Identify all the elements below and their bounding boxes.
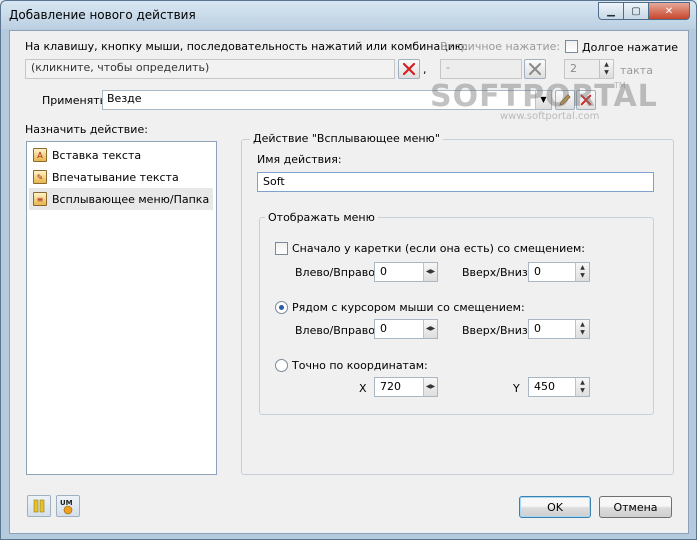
up-arrow-icon: ▲: [580, 264, 585, 271]
caret-ud-spinner[interactable]: 0 ▲ ▼: [528, 262, 590, 282]
clear-secondary-button[interactable]: [524, 59, 546, 79]
secondary-press-field[interactable]: -: [440, 59, 522, 79]
title-bar[interactable]: Добавление нового действия ▁ ▢ ✕: [1, 1, 696, 29]
cursor-lr-label: Влево/Вправо: [295, 324, 375, 337]
um-icon: UM: [60, 499, 73, 515]
cursor-ud-label: Вверх/Вниз: [462, 324, 528, 337]
coord-y-value: 450: [534, 380, 555, 393]
cursor-ud-value: 0: [534, 322, 541, 335]
apply-label: Применять: [42, 94, 107, 107]
assign-action-label: Назначить действие:: [25, 123, 148, 136]
cursor-lr-value: 0: [380, 322, 387, 335]
ok-button[interactable]: OK: [519, 496, 591, 518]
trigger-label: На клавишу, кнопку мыши, последовательно…: [25, 40, 468, 53]
apply-scope-value: Везде: [107, 92, 142, 105]
coord-x-label: X: [359, 382, 367, 395]
softportal-watermark-url: www.softportal.com: [500, 111, 600, 122]
down-arrow-icon: ▼: [580, 387, 585, 394]
pause-icon: [33, 499, 45, 513]
secondary-press-label: Вторичное нажатие:: [440, 40, 561, 53]
right-arrow-icon: ▶: [430, 268, 436, 275]
comma-separator: ,: [423, 63, 427, 76]
right-arrow-icon: ▶: [430, 325, 436, 332]
up-arrow-icon: ▲: [580, 321, 585, 328]
down-arrow-icon: ▼: [580, 272, 585, 279]
red-x-icon: [402, 62, 416, 76]
clear-trigger-button[interactable]: [398, 59, 420, 79]
cancel-button[interactable]: Отмена: [599, 496, 672, 518]
coord-x-value: 720: [380, 380, 401, 393]
ticks-spinner[interactable]: 2 ▲ ▼: [564, 59, 614, 79]
long-press-label: Долгое нажатие: [582, 41, 679, 54]
list-item-label: Всплывающее меню/Папка: [52, 192, 210, 206]
caret-ud-label: Вверх/Вниз: [462, 266, 528, 279]
caret-ud-spin-buttons[interactable]: ▲ ▼: [575, 263, 589, 281]
coord-x-spinner[interactable]: 720 ◀ ▶: [374, 377, 438, 397]
caret-lr-value: 0: [380, 265, 387, 278]
list-item-type-text[interactable]: ✎ Впечатывание текста: [29, 166, 213, 188]
action-name-input[interactable]: Soft: [257, 172, 654, 192]
up-arrow-icon: ▲: [604, 61, 609, 68]
caret-lr-spinner[interactable]: 0 ◀ ▶: [374, 262, 438, 282]
ticks-value: 2: [570, 62, 577, 75]
down-arrow-icon: ▼: [604, 69, 609, 76]
maximize-icon: ▢: [631, 5, 641, 17]
caret-offset-label: Сначало у каретки (если она есть) со сме…: [292, 242, 586, 255]
caret-lr-spin-buttons[interactable]: ◀ ▶: [423, 263, 437, 281]
caret-lr-label: Влево/Вправо: [295, 266, 375, 279]
close-icon: ✕: [664, 5, 674, 17]
down-arrow-icon: ▼: [580, 329, 585, 336]
coord-y-label: Y: [513, 382, 520, 395]
caret-offset-checkbox[interactable]: [275, 242, 288, 255]
cursor-lr-spin-buttons[interactable]: ◀ ▶: [423, 320, 437, 338]
display-menu-title: Отображать меню: [265, 211, 378, 224]
cursor-ud-spinner[interactable]: 0 ▲ ▼: [528, 319, 590, 339]
um-button[interactable]: UM: [56, 495, 80, 517]
type-text-icon: ✎: [33, 170, 47, 184]
action-settings-title: Действие "Всплывающее меню": [250, 132, 443, 145]
cursor-offset-radio[interactable]: [275, 301, 288, 314]
exact-coords-label: Точно по координатам:: [292, 359, 428, 372]
window-title: Добавление нового действия: [9, 8, 196, 22]
list-item-label: Вставка текста: [52, 148, 142, 162]
trigger-capture-field[interactable]: (кликните, чтобы определить): [25, 59, 395, 79]
minimize-icon: ▁: [607, 5, 615, 17]
gray-x-icon: [529, 63, 541, 75]
action-name-label: Имя действия:: [257, 153, 342, 166]
action-type-list[interactable]: A Вставка текста ✎ Впечатывание текста ≡…: [26, 141, 217, 475]
pause-button[interactable]: [27, 495, 51, 517]
caret-ud-value: 0: [534, 265, 541, 278]
ticks-spin-buttons[interactable]: ▲ ▼: [599, 60, 613, 78]
maximize-button[interactable]: ▢: [623, 2, 649, 20]
paste-text-icon: A: [33, 148, 47, 162]
minimize-button[interactable]: ▁: [598, 2, 624, 20]
up-arrow-icon: ▲: [580, 379, 585, 386]
list-item-popup-menu[interactable]: ≡ Всплывающее меню/Папка: [29, 188, 213, 210]
ticks-unit-label: такта: [620, 64, 653, 77]
svg-text:UM: UM: [60, 499, 73, 507]
list-item-paste-text[interactable]: A Вставка текста: [29, 144, 213, 166]
close-button[interactable]: ✕: [648, 2, 690, 20]
coord-y-spinner[interactable]: 450 ▲ ▼: [528, 377, 590, 397]
cursor-offset-label: Рядом с курсором мыши со смещением:: [292, 301, 525, 314]
coord-x-spin-buttons[interactable]: ◀ ▶: [423, 378, 437, 396]
cursor-ud-spin-buttons[interactable]: ▲ ▼: [575, 320, 589, 338]
right-arrow-icon: ▶: [430, 383, 436, 390]
dialog-client-area: На клавишу, кнопку мыши, последовательно…: [9, 30, 689, 534]
long-press-checkbox[interactable]: [565, 40, 578, 53]
list-item-label: Впечатывание текста: [52, 170, 179, 184]
dialog-window: Добавление нового действия ▁ ▢ ✕ На клав…: [0, 0, 697, 540]
exact-coords-radio[interactable]: [275, 359, 288, 372]
watermark-tm: TM: [614, 81, 626, 90]
cursor-lr-spinner[interactable]: 0 ◀ ▶: [374, 319, 438, 339]
popup-menu-folder-icon: ≡: [33, 192, 47, 206]
coord-y-spin-buttons[interactable]: ▲ ▼: [575, 378, 589, 396]
